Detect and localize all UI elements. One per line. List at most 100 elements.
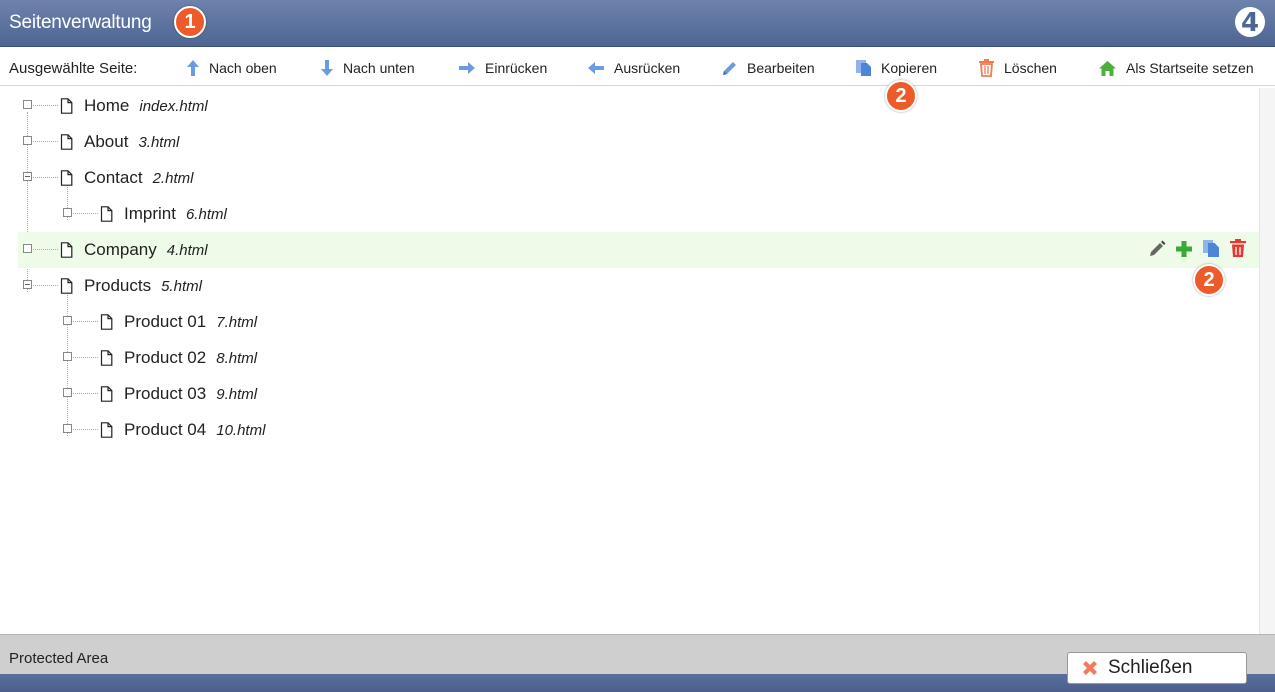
node-label[interactable]: Contact 2.html	[84, 168, 193, 188]
page-icon	[60, 170, 73, 186]
node-toggle[interactable]	[63, 388, 72, 397]
trash-icon	[979, 59, 994, 77]
page-icon	[100, 350, 113, 366]
copy-icon	[856, 60, 871, 76]
tree-connector	[73, 429, 98, 430]
node-toggle[interactable]	[63, 424, 72, 433]
app-logo: 4	[1235, 7, 1265, 38]
node-title: Contact	[84, 168, 143, 187]
node-title: Product 01	[124, 312, 207, 331]
node-label[interactable]: Company 4.html	[84, 240, 208, 260]
node-label[interactable]: Product 04 10.html	[124, 420, 265, 440]
node-toggle[interactable]	[23, 172, 32, 181]
page-icon	[100, 386, 113, 402]
pencil-icon[interactable]	[1148, 240, 1166, 258]
page-icon	[60, 242, 73, 258]
footer-text: Protected Area	[9, 650, 109, 667]
tree-row[interactable]: Product 02 8.html	[18, 340, 1259, 376]
node-file: 10.html	[216, 422, 266, 439]
tree-connector	[73, 393, 98, 394]
trash-icon[interactable]	[1229, 239, 1247, 258]
set-homepage-label: Als Startseite setzen	[1126, 60, 1254, 76]
tree-row[interactable]: Products 5.html	[18, 268, 1259, 304]
arrow-down-icon	[321, 60, 333, 76]
node-toggle[interactable]	[63, 352, 72, 361]
node-file: 2.html	[152, 170, 194, 187]
tree-connector	[33, 285, 58, 286]
move-up-button[interactable]: Nach oben	[186, 58, 277, 78]
close-button[interactable]: Schließen	[1067, 652, 1247, 684]
node-file: 9.html	[216, 386, 258, 403]
close-x-icon	[1083, 661, 1097, 675]
node-toggle[interactable]	[63, 316, 72, 325]
tree-connector	[73, 213, 98, 214]
tree-row[interactable]: About 3.html	[18, 124, 1259, 160]
tree-connector	[33, 141, 58, 142]
page-icon	[100, 206, 113, 222]
node-file: 3.html	[138, 134, 180, 151]
move-down-button[interactable]: Nach unten	[320, 58, 415, 78]
node-toggle[interactable]	[23, 280, 32, 289]
node-file: 4.html	[166, 242, 208, 259]
outdent-button[interactable]: Ausrücken	[587, 58, 680, 78]
arrow-up-icon	[187, 60, 199, 76]
node-toggle[interactable]	[23, 100, 32, 109]
page-icon	[60, 98, 73, 114]
tree-row[interactable]: Home index.html	[18, 88, 1259, 124]
node-title: Product 03	[124, 384, 207, 403]
tree-connector	[73, 357, 98, 358]
tree-row[interactable]: Product 01 7.html	[18, 304, 1259, 340]
node-toggle[interactable]	[23, 136, 32, 145]
page-icon	[100, 314, 113, 330]
tree-row[interactable]: Product 04 10.html	[18, 412, 1259, 448]
edit-button[interactable]: Bearbeiten	[721, 58, 815, 78]
node-file: index.html	[139, 98, 208, 115]
node-label[interactable]: Imprint 6.html	[124, 204, 227, 224]
node-file: 6.html	[185, 206, 227, 223]
node-title: Company	[84, 240, 157, 259]
node-file: 8.html	[216, 350, 258, 367]
node-label[interactable]: Product 01 7.html	[124, 312, 257, 332]
set-homepage-button[interactable]: Als Startseite setzen	[1098, 58, 1254, 78]
node-label[interactable]: About 3.html	[84, 132, 179, 152]
tree-connector	[73, 321, 98, 322]
page-icon	[60, 134, 73, 150]
page-icon	[60, 278, 73, 294]
copy-button[interactable]: Kopieren	[855, 58, 937, 78]
node-label[interactable]: Home index.html	[84, 96, 208, 116]
pencil-icon	[723, 61, 736, 75]
arrow-right-icon	[459, 62, 475, 74]
node-file: 5.html	[161, 278, 202, 295]
node-toggle[interactable]	[63, 208, 72, 217]
collapse-icon	[25, 176, 30, 177]
node-label[interactable]: Products 5.html	[84, 276, 202, 296]
logo-glyph: 4	[1240, 8, 1260, 38]
copy-label: Kopieren	[881, 60, 938, 76]
delete-button[interactable]: Löschen	[978, 58, 1057, 78]
plus-icon[interactable]	[1175, 240, 1193, 258]
selected-page-label: Ausgewählte Seite:	[9, 60, 138, 77]
tree-row[interactable]: Imprint 6.html	[18, 196, 1259, 232]
outdent-label: Ausrücken	[614, 60, 681, 76]
node-file: 7.html	[216, 314, 258, 331]
copy-icon[interactable]	[1202, 239, 1220, 258]
tree-connector	[33, 105, 58, 106]
move-up-label: Nach oben	[209, 60, 277, 76]
tree-connector	[33, 177, 58, 178]
node-title: Products	[84, 276, 152, 295]
tree-scrollbar[interactable]	[1259, 88, 1275, 634]
title-bar: Seitenverwaltung 1 4	[0, 0, 1275, 47]
page-tree: Home index.html About 3.html Contact 2.html…	[0, 88, 1259, 634]
node-title: About	[84, 132, 129, 151]
node-title: Product 02	[124, 348, 207, 367]
node-label[interactable]: Product 02 8.html	[124, 348, 257, 368]
node-title: Imprint	[124, 204, 176, 223]
edit-label: Bearbeiten	[747, 60, 815, 76]
node-toggle[interactable]	[23, 244, 32, 253]
tree-row-selected[interactable]: Company 4.html	[18, 232, 1259, 268]
node-label[interactable]: Product 03 9.html	[124, 384, 257, 404]
node-title: Product 04	[124, 420, 207, 439]
tree-row[interactable]: Product 03 9.html	[18, 376, 1259, 412]
indent-button[interactable]: Einrücken	[458, 58, 547, 78]
tree-row[interactable]: Contact 2.html	[18, 160, 1259, 196]
